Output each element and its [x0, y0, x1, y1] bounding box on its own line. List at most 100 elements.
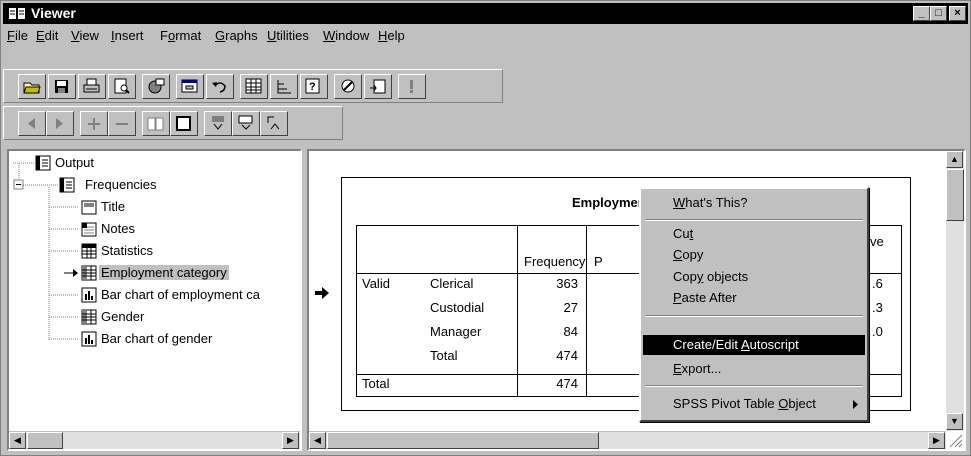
- category-label: Total: [430, 348, 458, 363]
- category-label: Manager: [430, 324, 482, 339]
- save-disk-icon: [55, 80, 68, 93]
- insert-text-icon: [267, 116, 280, 130]
- outline-pane: Output Frequencies Title Notes Statistic…: [7, 149, 302, 451]
- size-grip-icon[interactable]: [946, 431, 964, 449]
- minus-icon: [116, 123, 128, 125]
- arrow-left-icon: [28, 118, 35, 129]
- scroll-down-button[interactable]: ▼: [946, 413, 963, 430]
- tree-icon: [277, 80, 291, 94]
- insert-title-button[interactable]: [232, 111, 260, 136]
- tree-item-label: Bar chart of gender: [101, 331, 213, 346]
- open-folder-icon: [23, 82, 41, 94]
- promote-button[interactable]: [18, 111, 46, 136]
- menu-item-cut[interactable]: Cut: [643, 224, 865, 244]
- cumulative-value: .3: [872, 300, 883, 315]
- insert-title-icon: [238, 115, 253, 130]
- scroll-right-button[interactable]: ▶: [928, 432, 945, 449]
- outline-horizontal-scrollbar[interactable]: ◀ ▶: [9, 431, 300, 449]
- scroll-right-button[interactable]: ▶: [282, 432, 299, 449]
- save-button[interactable]: [48, 74, 76, 99]
- menu-format[interactable]: Format: [160, 28, 201, 43]
- frequency-value: 84: [563, 324, 578, 339]
- title-bar[interactable]: Viewer _ □ ×: [3, 3, 968, 24]
- notes-icon: [81, 222, 97, 237]
- menu-edit[interactable]: Edit: [36, 28, 58, 43]
- content-vertical-scrollbar[interactable]: ▲ ▼: [946, 151, 964, 431]
- hide-button[interactable]: [170, 111, 198, 136]
- close-button[interactable]: ×: [949, 6, 966, 21]
- run-script-button[interactable]: [398, 74, 426, 99]
- scroll-left-button[interactable]: ◀: [309, 432, 326, 449]
- menu-item-create-edit-autoscript[interactable]: Create/Edit Autoscript: [643, 335, 865, 355]
- column-header-cumulative: ve: [870, 234, 884, 249]
- arrow-right-icon: [56, 118, 63, 129]
- tree-item-label: Notes: [101, 221, 135, 236]
- category-label: Custodial: [430, 300, 485, 315]
- menu-item-pivot-table-object[interactable]: SPSS Pivot Table Object: [643, 394, 865, 414]
- row-label-total: Total: [362, 376, 390, 391]
- tree-item-label: Title: [101, 199, 126, 214]
- variables-button[interactable]: ?: [300, 74, 328, 99]
- row-label-valid: Valid: [362, 276, 390, 291]
- menu-insert[interactable]: Insert: [111, 28, 144, 43]
- scroll-thumb[interactable]: [27, 432, 63, 449]
- pivot-table-icon: [81, 265, 97, 281]
- viewer-window: Viewer _ □ × File Edit View Insert Forma…: [0, 0, 971, 456]
- menu-item-copy[interactable]: Copy: [643, 245, 865, 265]
- print-preview-button[interactable]: [108, 74, 136, 99]
- scroll-left-button[interactable]: ◀: [9, 432, 26, 449]
- current-item-arrow-icon: [315, 287, 329, 299]
- column-header-frequency: Frequency: [524, 254, 586, 269]
- open-file-button[interactable]: [18, 74, 46, 99]
- goto-case-button[interactable]: [270, 74, 298, 99]
- demote-button[interactable]: [46, 111, 74, 136]
- svg-text:?: ?: [309, 81, 316, 93]
- insert-heading-icon: [212, 116, 224, 130]
- scroll-thumb[interactable]: [327, 432, 599, 449]
- expand-button[interactable]: [80, 111, 108, 136]
- exclamation-icon: [410, 80, 413, 93]
- frequency-value: 27: [563, 300, 578, 315]
- pivot-table-icon: [81, 309, 97, 325]
- cumulative-value: .6: [872, 276, 883, 291]
- print-preview-icon: [114, 78, 130, 94]
- menu-item-copy-objects[interactable]: Copy objects: [643, 267, 865, 287]
- insert-text-button[interactable]: [260, 111, 288, 136]
- tree-item-label: Employment category: [99, 265, 229, 280]
- insert-heading-button[interactable]: [204, 111, 232, 136]
- scroll-up-button[interactable]: ▲: [946, 151, 963, 168]
- designate-window-button[interactable]: [364, 74, 392, 99]
- tree-item-label: Output: [55, 155, 95, 170]
- maximize-button[interactable]: □: [930, 6, 947, 21]
- outline-toolbar: [3, 106, 343, 140]
- menu-view[interactable]: View: [71, 28, 99, 43]
- menu-utilities[interactable]: Utilities: [267, 28, 309, 43]
- use-sets-button[interactable]: [334, 74, 362, 99]
- bar-chart-icon: [81, 331, 97, 347]
- recall-dialog-button[interactable]: [176, 74, 204, 99]
- undo-button[interactable]: [206, 74, 234, 99]
- menu-separator: [645, 385, 863, 387]
- menu-item-whats-this[interactable]: What's This?: [643, 193, 865, 213]
- minimize-button[interactable]: _: [913, 6, 930, 21]
- menu-separator: [645, 315, 863, 317]
- designate-window-icon: [370, 79, 386, 94]
- show-button[interactable]: [142, 111, 170, 136]
- menu-file[interactable]: File: [7, 28, 28, 43]
- goto-data-button[interactable]: [240, 74, 268, 99]
- bar-chart-icon: [81, 287, 97, 303]
- export-button[interactable]: [142, 74, 170, 99]
- content-horizontal-scrollbar[interactable]: ◀ ▶: [309, 431, 946, 449]
- frequency-value: 363: [556, 276, 578, 291]
- menu-item-paste-after[interactable]: Paste After: [643, 288, 865, 308]
- print-button[interactable]: [78, 74, 106, 99]
- menu-help[interactable]: Help: [378, 28, 405, 43]
- menu-item-export[interactable]: Export...: [643, 359, 865, 379]
- collapse-button[interactable]: [108, 111, 136, 136]
- scroll-thumb[interactable]: [946, 169, 964, 221]
- dialog-recall-icon: [181, 79, 198, 93]
- menu-window[interactable]: Window: [323, 28, 369, 43]
- tree-item-label: Gender: [101, 309, 145, 324]
- submenu-arrow-icon: [853, 400, 858, 409]
- menu-graphs[interactable]: Graphs: [215, 28, 258, 43]
